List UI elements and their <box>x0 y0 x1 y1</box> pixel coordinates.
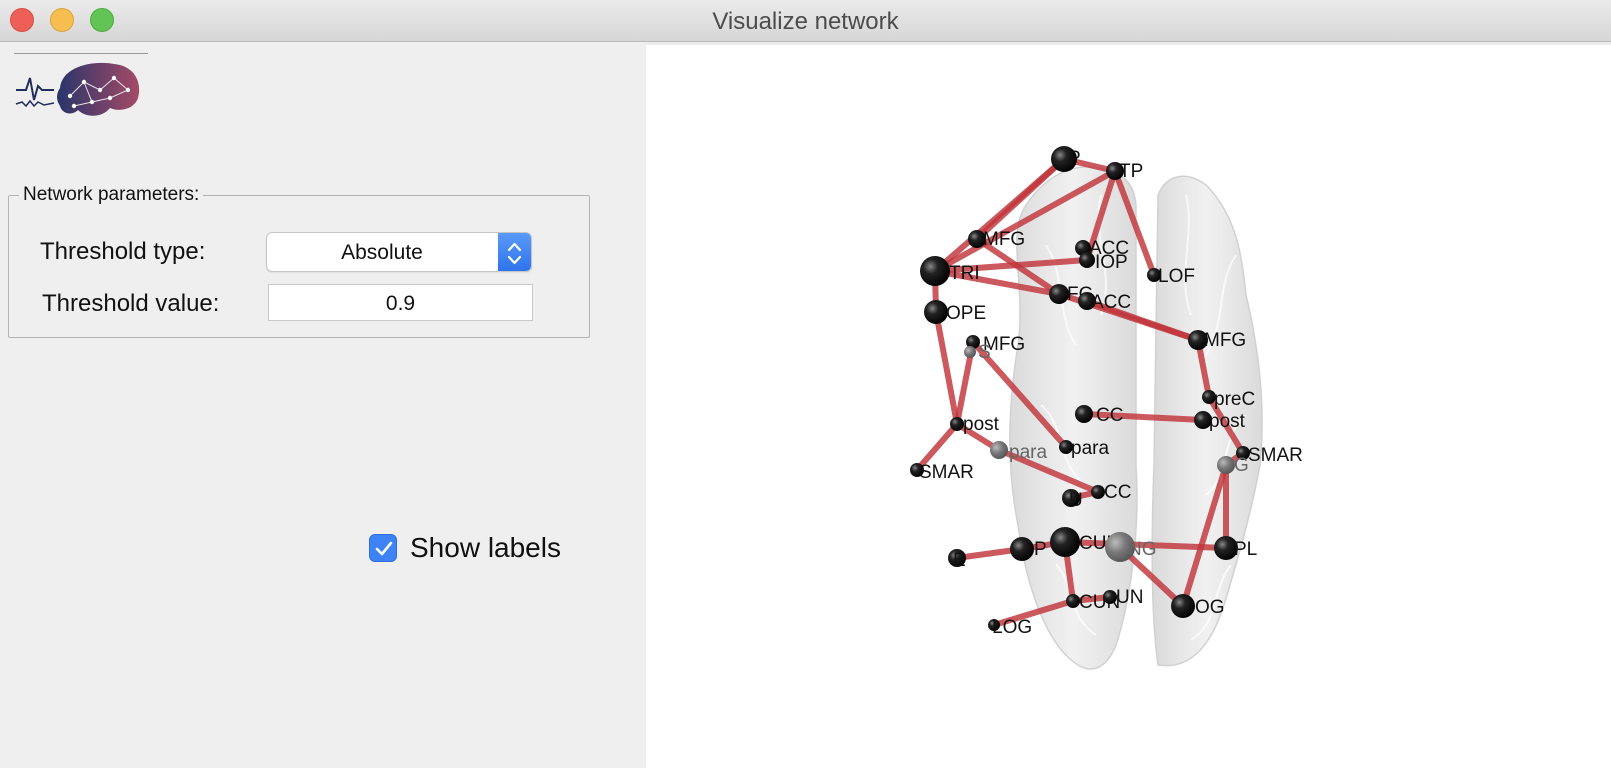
threshold-type-dropdown[interactable]: Absolute <box>266 232 532 272</box>
node-label: TRI <box>949 263 980 284</box>
threshold-value-input[interactable]: 0.9 <box>268 284 533 321</box>
node-label: SMAR <box>919 462 974 483</box>
node-label: ACC <box>1091 292 1131 313</box>
network-node[interactable] <box>1050 527 1080 557</box>
dropdown-arrows <box>498 233 531 271</box>
node-label: S <box>978 342 991 363</box>
control-panel: Network parameters: Threshold type: Abso… <box>0 42 646 768</box>
network-parameters-group: Network parameters: Threshold type: Abso… <box>8 184 590 338</box>
node-label: P <box>1068 148 1081 169</box>
network-node[interactable] <box>1079 252 1095 268</box>
node-label: TP <box>1119 161 1143 182</box>
brain-network-plot[interactable]: PTPMFGTRIACCIOPLOFFGACCOPEMFG MFGSpreCpos… <box>646 45 1611 768</box>
threshold-value-label: Threshold value: <box>42 290 220 317</box>
network-node[interactable] <box>924 300 948 324</box>
node-label: para <box>1071 438 1109 459</box>
node-label: preC <box>1214 389 1255 410</box>
node-label: PL <box>1234 539 1257 560</box>
network-edge <box>933 309 960 427</box>
network-node[interactable] <box>964 346 976 358</box>
node-label: U <box>1069 490 1083 511</box>
network-node[interactable] <box>990 441 1008 459</box>
threshold-value-text: 0.9 <box>385 292 416 315</box>
group-title: Network parameters: <box>19 184 204 206</box>
node-label: LOG <box>992 617 1032 638</box>
node-label: MFG <box>1204 330 1246 351</box>
node-label: CC <box>1096 405 1123 426</box>
title-bar: Visualize network <box>0 0 1611 42</box>
node-label: IOP <box>1095 252 1128 273</box>
show-labels-label: Show labels <box>410 532 561 563</box>
network-plot-area[interactable]: P TP MFG TRI ACC IOP LOF FG ACC OPE MFG MFG SpreC pos… <box>646 45 1611 768</box>
node-label: MFG <box>983 229 1025 250</box>
node-label: CC <box>1104 482 1131 503</box>
network-node[interactable] <box>1049 284 1069 304</box>
node-label: NG <box>1128 539 1157 560</box>
node-label: UN <box>1116 587 1143 608</box>
network-node[interactable] <box>1103 590 1117 604</box>
node-label: post <box>963 414 1000 435</box>
network-node[interactable] <box>1066 594 1080 608</box>
network-node[interactable] <box>950 417 964 431</box>
node-label: SMAR <box>1248 445 1303 466</box>
network-node[interactable] <box>920 256 950 286</box>
threshold-type-label: Threshold type: <box>40 238 206 265</box>
network-node[interactable] <box>1075 405 1093 423</box>
network-node[interactable] <box>1171 594 1195 618</box>
network-node[interactable] <box>1010 537 1034 561</box>
node-label: LOF <box>1158 266 1195 287</box>
window-title: Visualize network <box>712 8 899 35</box>
node-label: OG <box>1195 597 1225 618</box>
network-node[interactable] <box>1091 485 1105 499</box>
brain-logo-icon <box>15 62 140 116</box>
checkmark-icon <box>375 541 393 556</box>
node-label: para <box>1009 442 1047 463</box>
node-label: G <box>1234 455 1249 476</box>
threshold-type-value: Absolute <box>341 241 423 264</box>
network-node[interactable] <box>1217 456 1235 474</box>
node-label: OPE <box>946 303 986 324</box>
chevron-updown-icon <box>507 242 522 265</box>
show-labels-checkbox[interactable] <box>369 534 397 562</box>
logo-divider <box>14 53 148 54</box>
node-label: P <box>1034 539 1047 560</box>
node-label: post <box>1209 411 1246 432</box>
node-label: E <box>953 550 966 571</box>
